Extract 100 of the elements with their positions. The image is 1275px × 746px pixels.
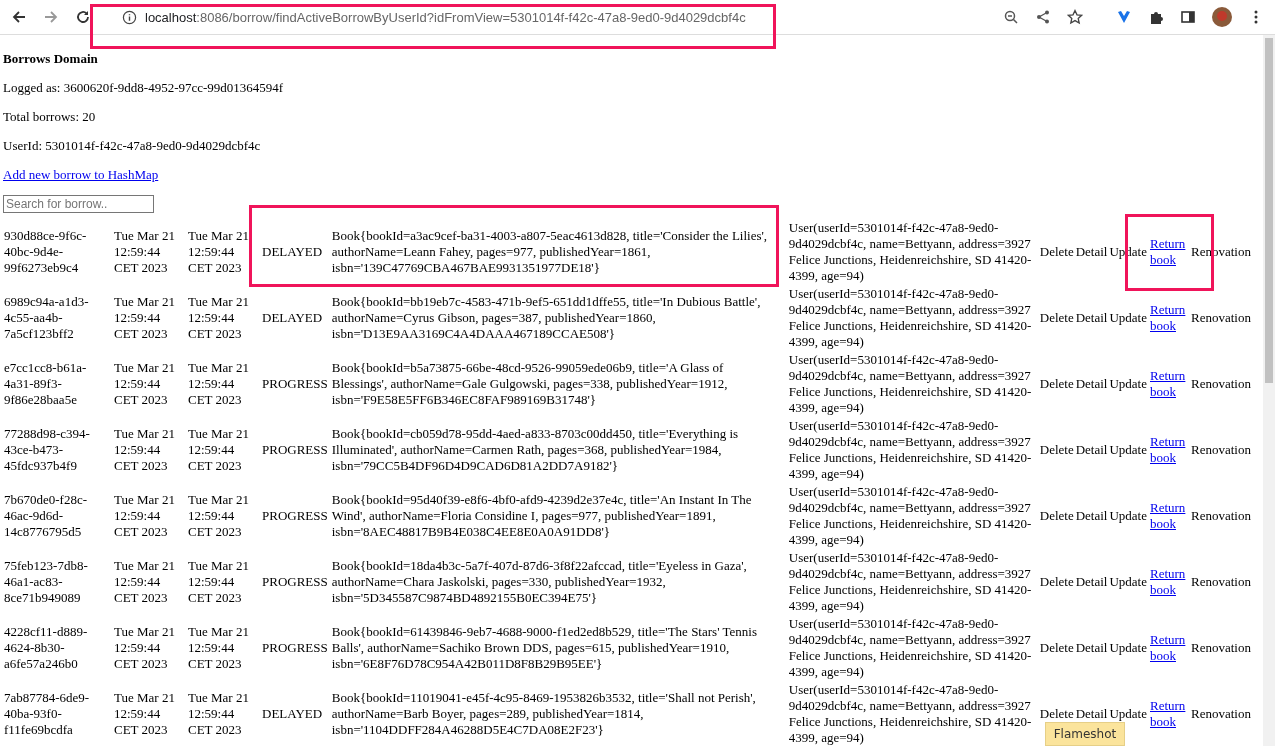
return-book-link[interactable]: Return book [1150,500,1188,532]
borrow-id-cell-text: 77288d98-c394-43ce-b473-45fdc937b4f9 [3,425,91,475]
action-label: Delete [1039,706,1074,721]
date-cell-text: Tue Mar 21 12:59:44 CET 2023 [187,689,250,739]
status-cell-text: DELAYED [261,309,324,327]
extension-icon[interactable] [1116,9,1132,25]
address-bar[interactable]: localhost:8086/borrow/findActiveBorrowByUserId?idFromView=5301014f-f42c-47a8-9ed0-9d4029dcbf4c [108,3,1095,31]
user-id-text: UserId: 5301014f-f42c-47a8-9ed0-9d4029dcbf4c [3,137,262,155]
borrow-id-cell-text: 7b670de0-f28c-46ac-9d6d-14c8776795d5 [3,491,89,541]
action-label: Detail [1075,244,1108,259]
book-cell-text: Book{bookId=cb059d78-95dd-4aed-a833-8703c00dd450, title='Everything is Illuminated', authorName=Carmen Rath, pages=368, publishedYear=1984, isbn='79CC5B4DF96D4D9CAD6D81A2DD7A9182'} [331,426,740,474]
date-cell-text: Tue Mar 21 12:59:44 CET 2023 [113,557,176,607]
back-icon[interactable] [11,9,27,25]
date-cell-text: Tue Mar 21 12:59:44 CET 2023 [113,491,176,541]
action-label: Delete [1039,310,1074,325]
borrow-id-cell-text: 930d88ce-9f6c-40bc-9d4e-99f6273eb9c4 [3,227,88,277]
action-label: Renovation [1191,640,1251,655]
user-cell-text: User(userId=5301014f-f42c-47a8-9ed0-9d4029dcbf4c, name=Bettyann, address=3927 Felice Junctions, Heidenreichshire, SD 41420-4399, age=94) [787,681,1033,746]
user-cell-text: User(userId=5301014f-f42c-47a8-9ed0-9d4029dcbf4c, name=Bettyann, address=3927 Felice Junctions, Heidenreichshire, SD 41420-4399, age=94) [787,483,1033,549]
date-cell-text: Tue Mar 21 12:59:44 CET 2023 [187,491,250,541]
status-cell-text: PROGRESS [261,639,329,657]
action-label: Renovation [1191,376,1251,391]
borrow-id-cell-text: 7ab87784-6de9-40ba-93f0-f11fe69bcdfa [3,689,91,739]
action-label: Update [1109,442,1147,457]
action-label: Delete [1039,244,1074,259]
book-cell-text: Book{bookId=bb19eb7c-4583-471b-9ef5-651dd1dffe55, title='In Dubious Battle', authorName=Cyrus Gibson, pages=387, publishedYear=1860, isbn='D13E9AA3169C4A4DAAA467189CCAE508'} [331,294,762,342]
return-book-link[interactable]: Return book [1150,302,1188,334]
date-cell-text: Tue Mar 21 12:59:44 CET 2023 [113,623,176,673]
status-cell-text: PROGRESS [261,441,329,459]
puzzle-icon[interactable] [1148,9,1164,25]
action-label: Delete [1039,442,1074,457]
borrow-id-cell-text: 6989c94a-a1d3-4c55-aa4b-7a5cf123bff2 [3,293,90,343]
book-cell-text: Book{bookId=95d40f39-e8f6-4bf0-afd9-4239d2e37e4c, title='An Instant In The Wind', authorName=Floria Considine I, pages=977, publishedYear=1891, isbn='8AEC48817B9B4E038C4EE8E0A0A91DD8'} [331,492,753,540]
user-cell-text: User(userId=5301014f-f42c-47a8-9ed0-9d4029dcbf4c, name=Bettyann, address=3927 Felice Junctions, Heidenreichshire, SD 41420-4399, age=94) [787,549,1033,615]
action-label: Detail [1075,706,1108,721]
return-book-link[interactable]: Return book [1150,368,1188,400]
return-book-link[interactable]: Return book [1150,698,1188,730]
user-cell-text: User(userId=5301014f-f42c-47a8-9ed0-9d4029dcbf4c, name=Bettyann, address=3927 Felice Junctions, Heidenreichshire, SD 41420-4399, age=94) [787,219,1033,285]
date-cell-text: Tue Mar 21 12:59:44 CET 2023 [187,557,250,607]
tooltip: Flameshot [1045,722,1125,746]
borrow-id-cell-text: 4228cf11-d889-4624-8b30-a6fe57a246b0 [3,623,89,673]
book-cell-text: Book{bookId=18da4b3c-5a7f-407d-87d6-3f8f22afccad, title='Eyeless in Gaza', authorName=Chara Jaskolski, pages=330, publishedYear=1932, isbn='5D345587C9874BD4892155B0EC394E75'} [331,558,748,606]
book-cell-text: Book{bookId=a3ac9cef-ba31-4003-a807-5eac4613d828, title='Consider the Lilies', authorName=Leann Fahey, pages=977, publishedYear=1861, isbn='139C47769CBA467BAE9931351977DE18'} [331,228,769,276]
action-label: Update [1109,640,1147,655]
status-cell-text: PROGRESS [261,375,329,393]
action-label: Update [1109,376,1147,391]
page-title: Borrows Domain [3,50,99,68]
action-label: Delete [1039,574,1074,589]
action-label: Update [1109,574,1147,589]
star-icon[interactable] [1067,9,1083,25]
action-label: Detail [1075,640,1108,655]
user-cell-text: User(userId=5301014f-f42c-47a8-9ed0-9d4029dcbf4c, name=Bettyann, address=3927 Felice Junctions, Heidenreichshire, SD 41420-4399, age=94) [787,615,1033,681]
action-label: Delete [1039,640,1074,655]
date-cell-text: Tue Mar 21 12:59:44 CET 2023 [187,425,250,475]
action-label: Renovation [1191,574,1251,589]
add-borrow-link[interactable]: Add new borrow to HashMap [3,167,159,182]
total-borrows-text: Total borrows: 20 [3,108,97,126]
date-cell-text: Tue Mar 21 12:59:44 CET 2023 [187,623,250,673]
return-book-link[interactable]: Return book [1150,566,1188,598]
date-cell-text: Tue Mar 21 12:59:44 CET 2023 [113,293,176,343]
status-cell-text: DELAYED [261,243,324,261]
status-cell-text: PROGRESS [261,573,329,591]
action-label: Renovation [1191,706,1251,721]
share-icon[interactable] [1035,9,1051,25]
forward-icon[interactable] [43,9,59,25]
return-book-link[interactable]: Return book [1150,434,1188,466]
date-cell-text: Tue Mar 21 12:59:44 CET 2023 [113,689,176,739]
action-label: Renovation [1191,442,1251,457]
action-label: Delete [1039,508,1074,523]
scrollbar-thumb[interactable] [1265,38,1273,383]
action-label: Detail [1075,442,1108,457]
scrollbar[interactable] [1263,35,1275,746]
return-book-link[interactable]: Return book [1150,236,1188,268]
action-label: Detail [1075,508,1108,523]
action-label: Update [1109,508,1147,523]
sidebar-icon[interactable] [1180,9,1196,25]
date-cell-text: Tue Mar 21 12:59:44 CET 2023 [113,425,176,475]
date-cell-text: Tue Mar 21 12:59:44 CET 2023 [187,293,250,343]
action-label: Renovation [1191,508,1251,523]
user-cell-text: User(userId=5301014f-f42c-47a8-9ed0-9d4029dcbf4c, name=Bettyann, address=3927 Felice Junctions, Heidenreichshire, SD 41420-4399, age=94) [787,285,1033,351]
avatar-icon[interactable] [1212,7,1232,27]
status-cell-text: PROGRESS [261,507,329,525]
search-field[interactable]: Search for borrow.. [3,195,154,213]
date-cell-text: Tue Mar 21 12:59:44 CET 2023 [187,359,250,409]
info-icon[interactable] [122,9,137,25]
action-label: Update [1109,310,1147,325]
book-cell-text: Book{bookId=b5a73875-66be-48cd-9526-99059ede06b9, title='A Glass of Blessings', authorName=Gale Gulgowski, pages=338, publishedYear=1912, isbn='F9E58E5FF6B346EC8FAF989169B31748'} [331,360,729,408]
action-label: Detail [1075,574,1108,589]
url-text: localhost:8086/borrow/findActiveBorrowByUserId?idFromView=5301014f-f42c-47a8-9ed0-9d4029dcbf4c [145,9,746,25]
status-cell-text: DELAYED [261,705,324,723]
action-label: Renovation [1191,310,1251,325]
borrow-id-cell-text: 75feb123-7db8-46a1-ac83-8ce71b949089 [3,557,89,607]
logged-as-text: Logged as: 3600620f-9dd8-4952-97cc-99d01364594f [3,79,285,97]
zoom-icon[interactable] [1003,9,1019,25]
date-cell-text: Tue Mar 21 12:59:44 CET 2023 [187,227,250,277]
user-cell-text: User(userId=5301014f-f42c-47a8-9ed0-9d4029dcbf4c, name=Bettyann, address=3927 Felice Junctions, Heidenreichshire, SD 41420-4399, age=94) [787,351,1033,417]
action-label: Delete [1039,376,1074,391]
return-book-link[interactable]: Return book [1150,632,1188,664]
borrow-id-cell-text: e7cc1cc8-b61a-4a31-89f3-9f86e28baa5e [3,359,88,409]
reload-icon[interactable] [75,9,91,25]
